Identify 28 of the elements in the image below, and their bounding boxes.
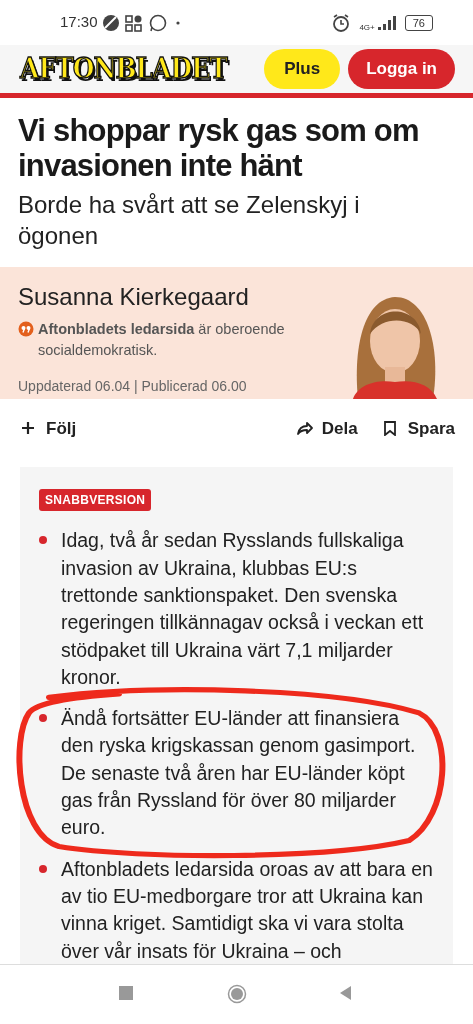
- apps-icon: [123, 13, 144, 32]
- do-not-disturb-icon: [101, 13, 120, 32]
- author-note: Aftonbladets ledarsida är oberoende socialdemokratisk.: [38, 320, 286, 360]
- bullet-text: Idag, två år sedan Rysslands fullskaliga invasion av Ukraina, klubbas EU:s trettonde sanktionspaket. Den svenska regeringen tillkännagav också i veckan ett stödpaket till Ukraina värt 7,1 miljarder kronor.: [61, 529, 424, 688]
- battery-level: 76: [404, 14, 433, 31]
- bullet-dot: [39, 536, 47, 545]
- home-button[interactable]: [226, 983, 247, 1004]
- status-time: 17:30: [60, 12, 98, 33]
- dot-icon: [175, 20, 180, 25]
- subheadline: Borde ha svårt att se Zelenskyj i ögonen: [18, 190, 361, 252]
- share-icon: [295, 420, 314, 437]
- share-button[interactable]: Dela: [295, 415, 358, 442]
- alarm-icon: [331, 12, 352, 33]
- plus-button[interactable]: Plus: [264, 49, 341, 89]
- author-name[interactable]: Susanna Kierkegaard: [18, 279, 333, 316]
- network-label: 4G+: [359, 21, 375, 34]
- publish-dates: Uppdaterad 06.04 | Publicerad 06.00: [18, 377, 248, 396]
- follow-button[interactable]: Följ: [20, 415, 77, 442]
- signal-icon: [376, 14, 397, 31]
- bullet-text: Aftonbladets ledarsida oroas av att bara en av tio EU-medborgare tror att Ukraina kan vinna kriget. Samtidigt ska vi vara stolta över vår insats för Ukraina – och: [61, 857, 433, 962]
- headline: Vi shoppar rysk gas som om invasionen inte hänt: [18, 113, 420, 184]
- bullet-dot: [39, 864, 47, 873]
- quote-icon: [18, 321, 34, 338]
- chat-icon: [147, 12, 168, 33]
- save-button[interactable]: Spara: [381, 415, 455, 442]
- summary-label: SNABBVERSION: [39, 489, 152, 512]
- login-button[interactable]: Logga in: [348, 49, 455, 89]
- bullet-text: Ändå fortsätter EU-länder att finansiera den ryska krigskassan genom gasimport. De senaste två åren har EU-länder köpt gas från Ryssland för över 80 miljarder euro.: [61, 707, 416, 839]
